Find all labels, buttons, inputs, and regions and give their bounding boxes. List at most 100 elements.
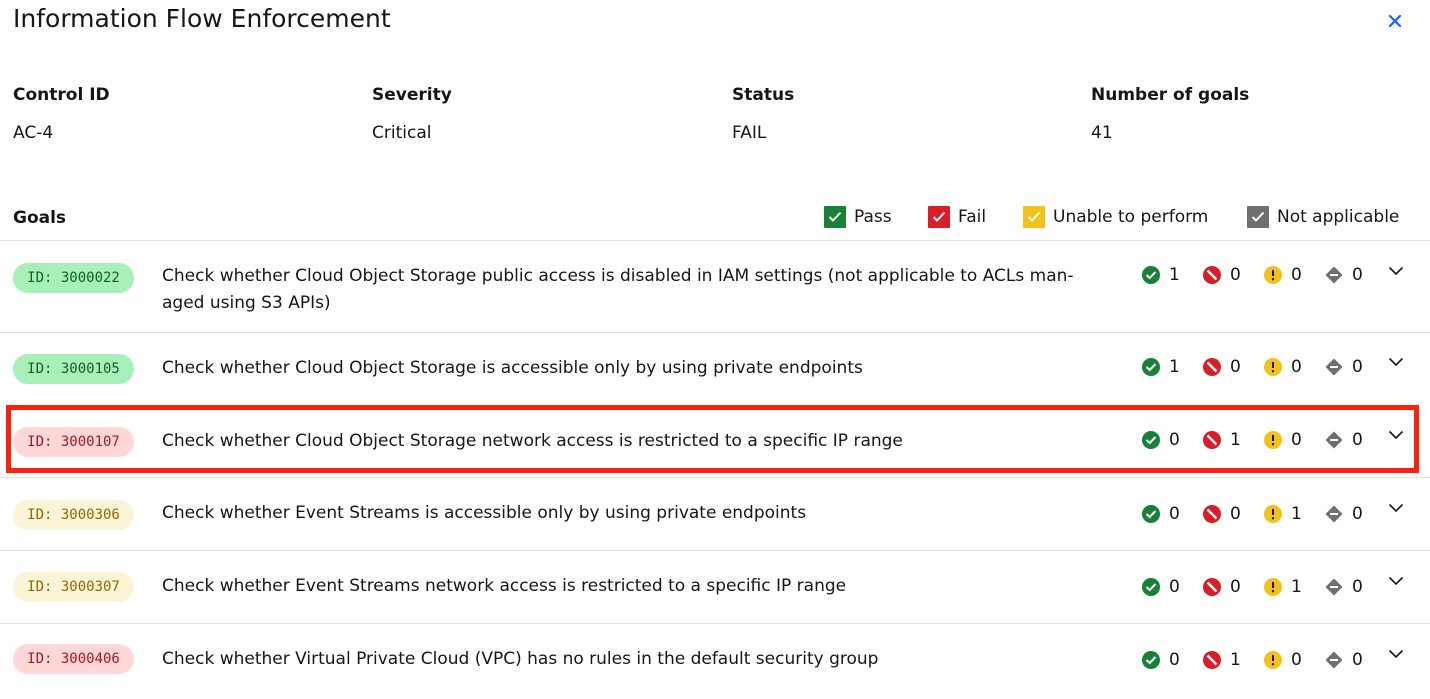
goal-id-tag: ID: 3000307: [13, 572, 134, 602]
not-applicable-icon: [1325, 358, 1343, 376]
na-count: 0: [1352, 430, 1363, 450]
na-count: 0: [1352, 504, 1363, 524]
pass-icon: [1142, 505, 1160, 523]
warning-icon: [1264, 651, 1282, 669]
goal-row[interactable]: ID: 3000107 Check whether Cloud Object S…: [0, 405, 1430, 477]
fail-icon: [1203, 578, 1221, 596]
close-button[interactable]: [1383, 9, 1407, 33]
goals-count-value: 41: [1091, 123, 1113, 143]
goals-heading: Goals: [13, 208, 67, 228]
unable-count: 0: [1291, 357, 1302, 377]
goal-description: Check whether Event Streams is accessibl…: [162, 503, 807, 523]
checkbox-checked-icon[interactable]: [824, 206, 846, 228]
pass-icon: [1142, 358, 1160, 376]
legend-pass[interactable]: Pass: [824, 205, 892, 229]
na-count: 0: [1352, 650, 1363, 670]
pass-count: 0: [1169, 430, 1180, 450]
na-count: 0: [1352, 577, 1363, 597]
goal-description: Check whether Cloud Object Storage netwo…: [162, 431, 903, 451]
checkbox-checked-icon[interactable]: [1023, 206, 1045, 228]
goal-row[interactable]: ID: 3000306 Check whether Event Streams …: [0, 477, 1430, 550]
control-id-label: Control ID: [13, 85, 110, 105]
not-applicable-icon: [1325, 431, 1343, 449]
warning-icon: [1264, 578, 1282, 596]
fail-icon: [1203, 651, 1221, 669]
goal-row[interactable]: ID: 3000307 Check whether Event Streams …: [0, 550, 1430, 623]
fail-icon: [1203, 358, 1221, 376]
pass-count: 0: [1169, 650, 1180, 670]
status-value: FAIL: [732, 123, 767, 143]
pass-icon: [1142, 266, 1160, 284]
goal-result-counts: 0 1 0 0: [1141, 650, 1385, 670]
pass-count: 1: [1169, 265, 1180, 285]
warning-icon: [1264, 505, 1282, 523]
unable-count: 1: [1291, 504, 1302, 524]
fail-count: 0: [1230, 577, 1241, 597]
expand-row-button[interactable]: [1386, 352, 1406, 372]
chevron-down-icon: [1388, 649, 1404, 659]
fail-count: 0: [1230, 357, 1241, 377]
control-id-value: AC-4: [13, 123, 54, 143]
legend-fail[interactable]: Fail: [928, 205, 986, 229]
goal-description: Check whether Cloud Object Storage is ac…: [162, 358, 863, 378]
fail-count: 0: [1230, 265, 1241, 285]
goal-result-counts: 1 0 0 0: [1141, 357, 1385, 377]
goal-id-tag: ID: 3000022: [13, 263, 134, 293]
legend-na[interactable]: Not applicable: [1247, 205, 1399, 229]
expand-row-button[interactable]: [1386, 571, 1406, 591]
chevron-down-icon: [1388, 503, 1404, 513]
goal-id-tag: ID: 3000105: [13, 354, 134, 384]
checkbox-checked-icon[interactable]: [1247, 206, 1269, 228]
fail-icon: [1203, 431, 1221, 449]
chevron-down-icon: [1388, 576, 1404, 586]
goal-description: Check whether Event Streams network acce…: [162, 576, 847, 596]
fail-count: 0: [1230, 504, 1241, 524]
not-applicable-icon: [1325, 578, 1343, 596]
unable-count: 0: [1291, 430, 1302, 450]
goal-result-counts: 0 1 0 0: [1141, 430, 1385, 450]
checkbox-checked-icon[interactable]: [928, 206, 950, 228]
goal-id-tag: ID: 3000306: [13, 500, 134, 530]
goal-result-counts: 0 0 1 0: [1141, 504, 1385, 524]
expand-row-button[interactable]: [1386, 498, 1406, 518]
goal-row[interactable]: ID: 3000105 Check whether Cloud Object S…: [0, 332, 1430, 405]
goal-row[interactable]: ID: 3000406 Check whether Virtual Privat…: [0, 623, 1430, 699]
warning-icon: [1264, 266, 1282, 284]
chevron-down-icon: [1388, 430, 1404, 440]
fail-icon: [1203, 505, 1221, 523]
goal-description: Check whether Cloud Object Storage publi…: [162, 266, 1074, 313]
goals-count-label: Number of goals: [1091, 85, 1250, 105]
not-applicable-icon: [1325, 266, 1343, 284]
unable-count: 0: [1291, 265, 1302, 285]
goal-id-tag: ID: 3000406: [13, 644, 134, 674]
unable-count: 0: [1291, 650, 1302, 670]
not-applicable-icon: [1325, 505, 1343, 523]
status-label: Status: [732, 85, 795, 105]
chevron-down-icon: [1388, 266, 1404, 276]
pass-icon: [1142, 431, 1160, 449]
severity-value: Critical: [372, 123, 432, 143]
legend-na-label: Not applicable: [1277, 207, 1400, 227]
chevron-down-icon: [1388, 357, 1404, 367]
pass-count: 0: [1169, 504, 1180, 524]
legend-unable[interactable]: Unable to perform: [1023, 205, 1208, 229]
expand-row-button[interactable]: [1386, 644, 1406, 664]
pass-count: 1: [1169, 357, 1180, 377]
expand-row-button[interactable]: [1386, 261, 1406, 281]
goal-description: Check whether Virtual Private Cloud (VPC…: [162, 649, 879, 669]
unable-count: 1: [1291, 577, 1302, 597]
pass-icon: [1142, 578, 1160, 596]
legend-unable-label: Unable to perform: [1053, 207, 1209, 227]
warning-icon: [1264, 358, 1282, 376]
severity-label: Severity: [372, 85, 452, 105]
pass-count: 0: [1169, 577, 1180, 597]
not-applicable-icon: [1325, 651, 1343, 669]
na-count: 0: [1352, 265, 1363, 285]
goal-row[interactable]: ID: 3000022 Check whether Cloud Object S…: [0, 240, 1430, 332]
expand-row-button[interactable]: [1386, 425, 1406, 445]
na-count: 0: [1352, 357, 1363, 377]
pass-icon: [1142, 651, 1160, 669]
warning-icon: [1264, 431, 1282, 449]
modal-title: Information Flow Enforcement: [13, 4, 391, 33]
legend-fail-label: Fail: [958, 207, 987, 227]
